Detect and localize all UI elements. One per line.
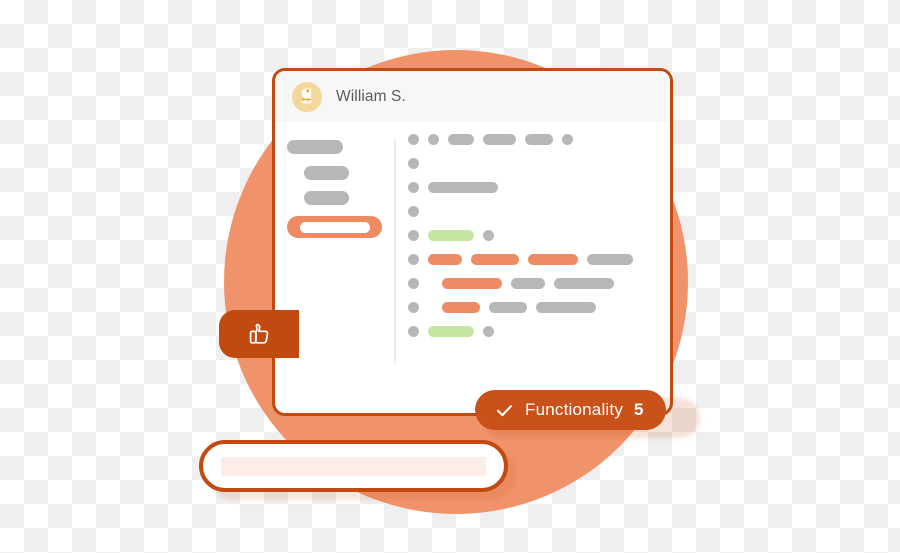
thumbs-up-button[interactable] bbox=[219, 310, 299, 358]
content-row bbox=[408, 302, 596, 313]
content-row bbox=[408, 278, 614, 289]
row-segment bbox=[448, 134, 474, 145]
row-segment bbox=[525, 134, 553, 145]
content-row bbox=[408, 158, 419, 169]
content-row bbox=[408, 326, 494, 337]
row-bullet-icon bbox=[408, 158, 419, 169]
row-segment bbox=[442, 278, 502, 289]
functionality-badge-label: Functionality bbox=[525, 400, 624, 419]
content-row bbox=[408, 230, 494, 241]
row-segment bbox=[483, 230, 494, 241]
row-segment bbox=[483, 326, 494, 337]
row-segment bbox=[528, 254, 578, 265]
row-segment bbox=[587, 254, 633, 265]
thumbs-up-icon bbox=[249, 323, 269, 344]
row-bullet-icon bbox=[408, 206, 419, 217]
row-segment bbox=[511, 278, 545, 289]
sidebar-item-active-inner bbox=[299, 221, 370, 233]
row-segment bbox=[428, 254, 462, 265]
card-header: William S. bbox=[275, 71, 670, 122]
functionality-badge[interactable]: Functionality 5 bbox=[475, 390, 666, 430]
row-bullet-icon bbox=[408, 302, 419, 313]
sidebar-item-placeholder[interactable] bbox=[304, 166, 349, 180]
row-bullet-icon bbox=[408, 134, 419, 145]
row-segment bbox=[489, 302, 527, 313]
right-panel bbox=[394, 122, 670, 413]
card-body bbox=[275, 122, 670, 413]
row-segment bbox=[483, 134, 516, 145]
row-segment bbox=[428, 326, 474, 337]
search-input[interactable] bbox=[221, 456, 486, 476]
row-segment bbox=[428, 182, 498, 193]
illustration-canvas: William S. Functionality 5 bbox=[0, 0, 900, 553]
row-bullet-icon bbox=[408, 278, 419, 289]
content-row bbox=[408, 254, 633, 265]
row-bullet-icon bbox=[408, 230, 419, 241]
content-row bbox=[408, 206, 419, 217]
left-panel bbox=[275, 122, 394, 413]
review-card: William S. bbox=[272, 68, 673, 416]
sidebar-item-placeholder[interactable] bbox=[287, 140, 343, 154]
row-bullet-icon bbox=[408, 182, 419, 193]
user-name-label: William S. bbox=[336, 87, 406, 105]
row-segment bbox=[442, 302, 480, 313]
check-icon bbox=[496, 404, 513, 416]
row-segment bbox=[428, 230, 474, 241]
search-bar[interactable] bbox=[199, 440, 508, 492]
content-row bbox=[408, 182, 498, 193]
row-segment bbox=[562, 134, 573, 145]
user-avatar-icon bbox=[292, 81, 322, 112]
row-segment bbox=[554, 278, 614, 289]
row-bullet-icon bbox=[408, 254, 419, 265]
sidebar-item-placeholder[interactable] bbox=[304, 191, 349, 205]
content-row bbox=[408, 134, 573, 145]
row-segment bbox=[428, 134, 439, 145]
functionality-badge-count: 5 bbox=[634, 400, 644, 419]
sidebar-item-active[interactable] bbox=[287, 216, 382, 238]
row-segment bbox=[471, 254, 519, 265]
row-segment bbox=[536, 302, 596, 313]
row-bullet-icon bbox=[408, 326, 419, 337]
